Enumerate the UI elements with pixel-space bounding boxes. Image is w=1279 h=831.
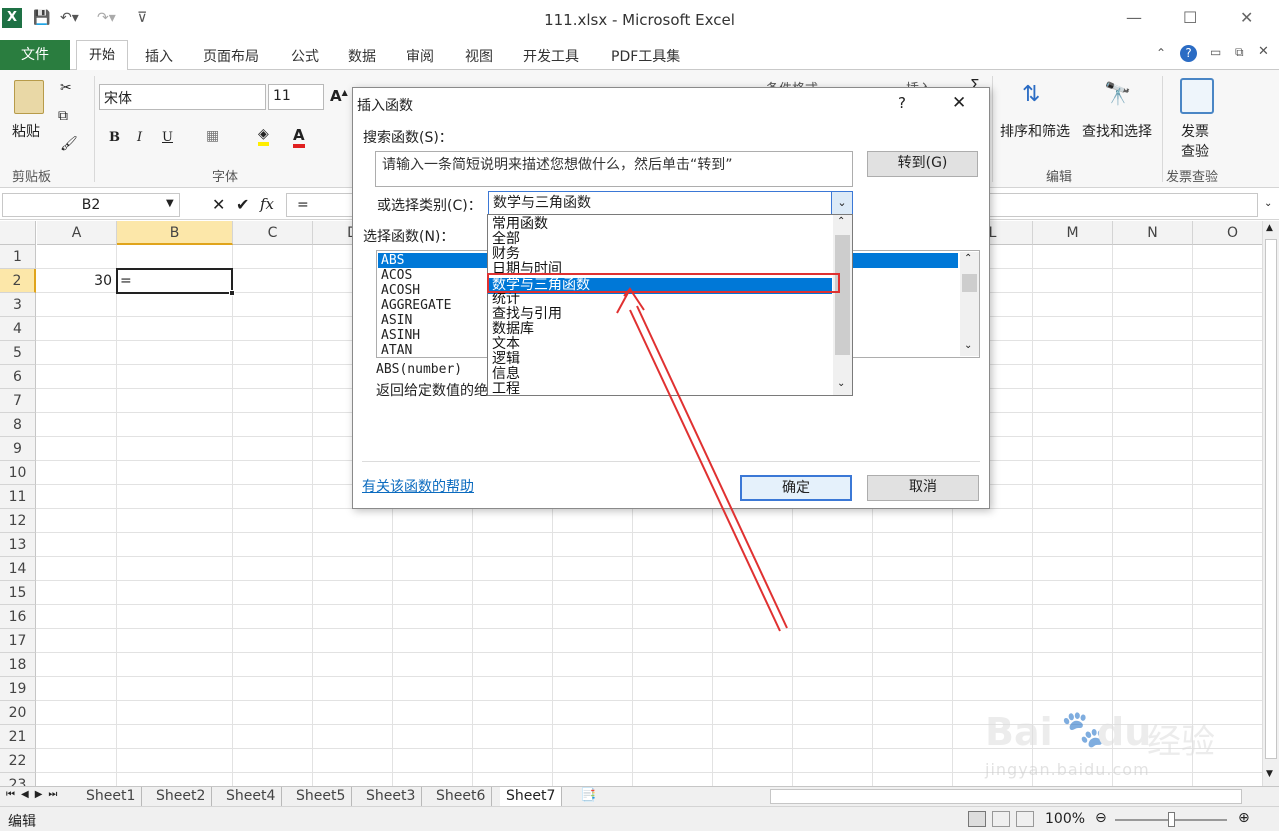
- annotation-arrow: [616, 287, 788, 632]
- arrow-shape: [616, 287, 788, 632]
